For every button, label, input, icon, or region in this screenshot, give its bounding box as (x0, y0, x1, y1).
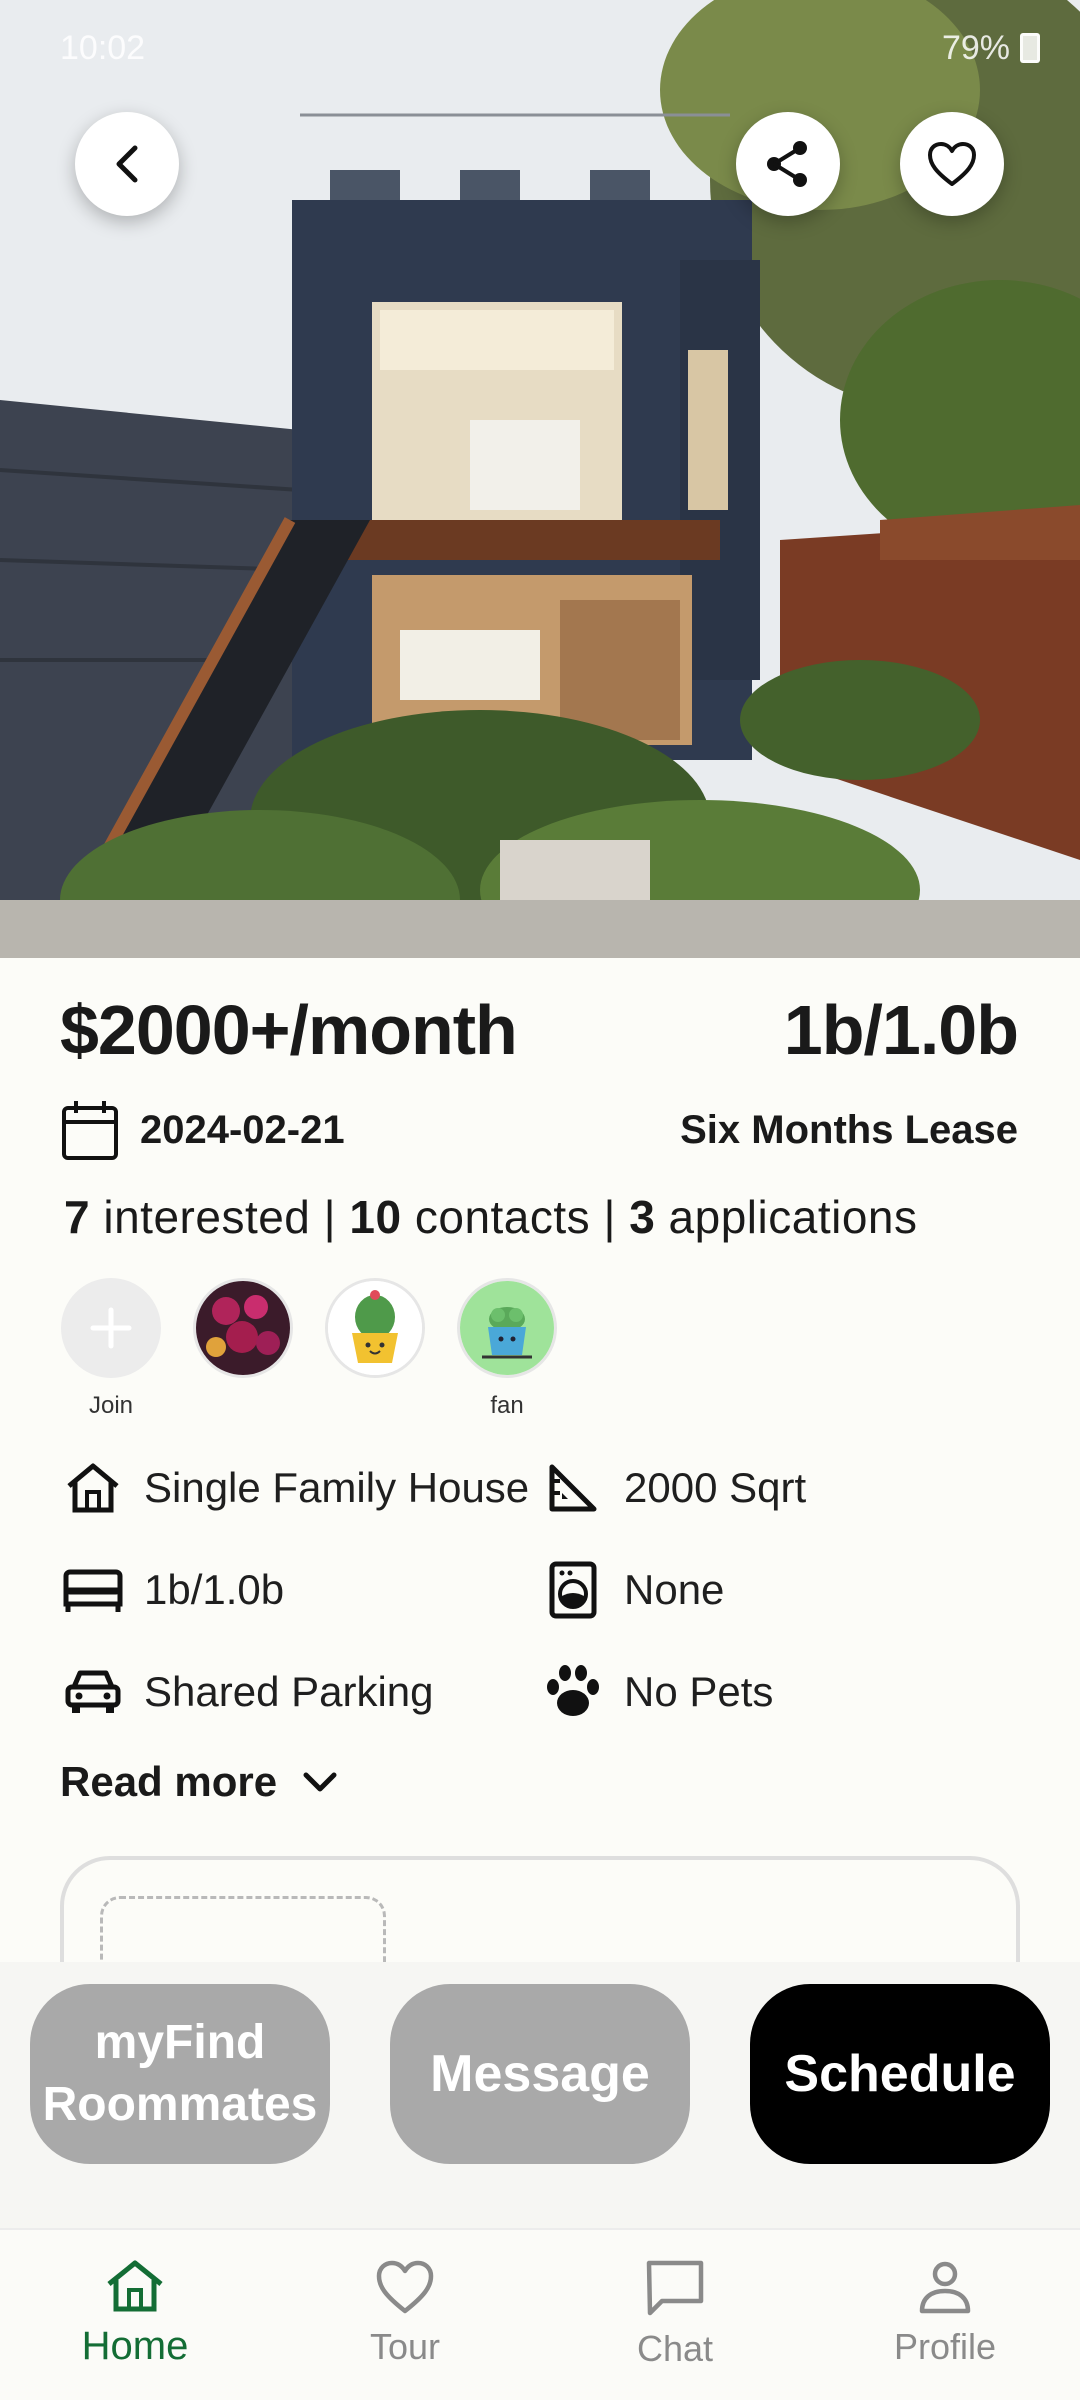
plus-icon (90, 1307, 132, 1349)
move-in-date: 2024-02-21 (60, 1098, 345, 1162)
roommates-label-line2: Roommates (42, 2078, 318, 2131)
listing-beds-baths: 1b/1.0b (783, 991, 1019, 1069)
schedule-label: Schedule (784, 2045, 1016, 2103)
user-avatar[interactable] (192, 1278, 294, 1420)
avatar-image (193, 1278, 293, 1378)
feature-beds: 1b/1.0b (60, 1560, 284, 1620)
nav-label: Chat (636, 2328, 714, 2369)
feature-text: Single Family House (144, 1464, 530, 1511)
interested-count: 7 (64, 1191, 91, 1243)
lease-term: Six Months Lease (680, 1108, 1018, 1152)
nav-home[interactable]: Home (35, 2258, 235, 2369)
contacts-count: 10 (349, 1191, 402, 1243)
cactus-illustration (328, 1281, 422, 1375)
feature-text: No Pets (624, 1668, 774, 1715)
favorite-button[interactable] (900, 112, 1004, 216)
feature-property-type: Single Family House (60, 1458, 529, 1518)
bed-icon (63, 1569, 123, 1612)
nav-chat[interactable]: Chat (575, 2258, 775, 2370)
calendar-icon (62, 1101, 118, 1160)
car-icon (65, 1670, 121, 1713)
nav-label: Tour (369, 2326, 441, 2367)
succulent-illustration (460, 1281, 554, 1375)
bottom-navigation: Home Tour Chat Profile (0, 2228, 1080, 2400)
avatar-label: Join (88, 1392, 134, 1419)
person-icon (919, 2261, 971, 2314)
feature-parking: Shared Parking (60, 1662, 434, 1722)
avatar-label: fan (490, 1392, 524, 1419)
paw-icon (547, 1665, 599, 1716)
status-bar: 10:02 79% (60, 28, 1040, 68)
contacts-label: contacts | (401, 1191, 630, 1243)
user-avatar[interactable]: fan (456, 1278, 558, 1420)
battery-icon (1020, 33, 1040, 63)
nav-label: Home (81, 2324, 189, 2368)
back-button[interactable] (75, 112, 179, 216)
feature-text: 1b/1.0b (144, 1566, 285, 1613)
avatar-image (325, 1278, 425, 1378)
find-roommates-button[interactable]: myFind Roommates (30, 1984, 330, 2164)
interested-label: interested | (90, 1191, 350, 1243)
engagement-stats: 7 interested | 10 contacts | 3 applicati… (64, 1190, 918, 1244)
avatar-image (457, 1278, 557, 1378)
feature-text: 2000 Sqrt (624, 1464, 807, 1511)
heart-icon (376, 2260, 434, 2314)
chevron-down-icon (303, 1772, 337, 1792)
message-button[interactable]: Message (390, 1984, 690, 2164)
roommates-label-line1: myFind (94, 2016, 266, 2069)
join-avatar[interactable]: Join (60, 1278, 162, 1420)
applications-label: applications (655, 1191, 918, 1243)
applications-count: 3 (629, 1191, 656, 1243)
read-more-label: Read more (60, 1758, 278, 1805)
home-icon (107, 2260, 163, 2312)
feature-area: 2000 Sqrt (540, 1458, 806, 1518)
interested-users: Join fan (60, 1278, 558, 1420)
status-time: 10:02 (60, 28, 146, 67)
heart-icon (928, 142, 976, 186)
message-label: Message (430, 2045, 650, 2103)
share-icon (767, 141, 807, 187)
feature-pets: No Pets (540, 1662, 773, 1722)
washer-icon (549, 1561, 597, 1619)
battery-level: 79% (941, 28, 1010, 67)
listing-price: $2000+/month (60, 991, 518, 1069)
join-circle[interactable] (61, 1278, 161, 1378)
ruler-triangle-icon (549, 1464, 597, 1512)
feature-laundry: None (540, 1560, 724, 1620)
share-button[interactable] (736, 112, 840, 216)
nav-tour[interactable]: Tour (305, 2258, 505, 2368)
user-avatar[interactable] (324, 1278, 426, 1420)
nav-label: Profile (893, 2326, 997, 2367)
flower-photo (196, 1281, 290, 1375)
chat-icon (646, 2260, 704, 2316)
feature-text: Shared Parking (144, 1668, 434, 1715)
date-text: 2024-02-21 (140, 1107, 345, 1152)
schedule-button[interactable]: Schedule (750, 1984, 1050, 2164)
action-bar: myFind Roommates Message Schedule (0, 1962, 1080, 2228)
home-icon (67, 1463, 119, 1513)
listing-photo[interactable]: 10:02 79% (0, 0, 1080, 958)
status-right: 79% (942, 29, 1040, 68)
feature-text: None (624, 1566, 725, 1613)
read-more-toggle[interactable]: Read more (60, 1758, 339, 1806)
nav-profile[interactable]: Profile (845, 2258, 1045, 2368)
chevron-left-icon (116, 145, 138, 183)
